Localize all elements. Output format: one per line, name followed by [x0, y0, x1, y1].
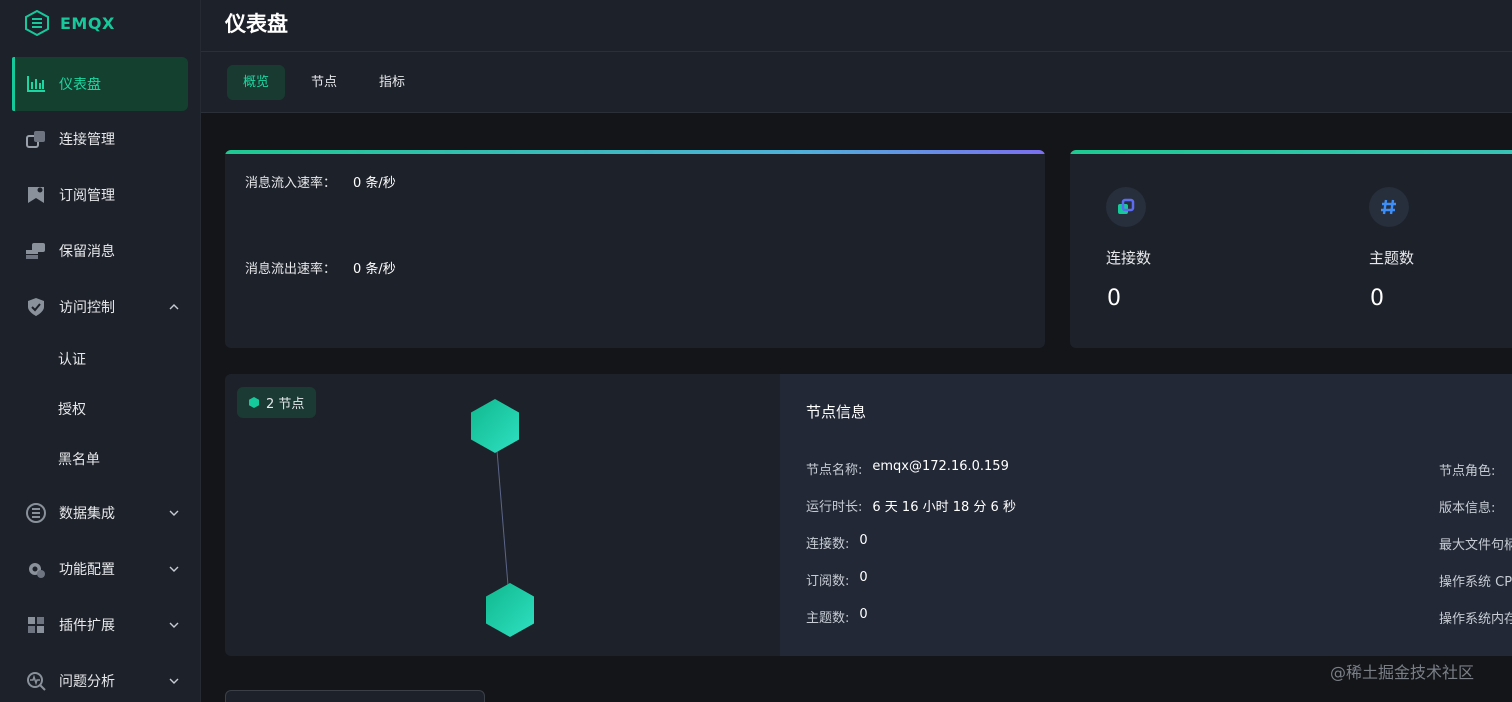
info-row-uptime: 运行时长: 6 天 16 小时 18 分 6 秒	[806, 496, 1016, 515]
info-key: 连接数:	[806, 537, 850, 552]
info-row-subscriptions: 订阅数: 0	[806, 570, 868, 589]
diagnose-icon	[26, 671, 46, 691]
info-value: emqx@172.16.0.159	[872, 459, 1009, 474]
outgoing-rate-label: 消息流出速率：	[245, 262, 337, 277]
info-key-max-fds: 最大文件句柄	[1439, 538, 1512, 553]
hash-icon	[1369, 187, 1409, 227]
chevron-down-icon	[169, 566, 179, 572]
sidebar-subitem-blacklist[interactable]: 黑名单	[58, 450, 100, 470]
emqx-logo-icon	[25, 10, 49, 36]
watermark: @稀土掘金技术社区	[1330, 663, 1475, 682]
page-header: 仪表盘	[201, 0, 1512, 52]
node-info-panel: 节点信息 节点名称: emqx@172.16.0.159 运行时长: 6 天 1…	[780, 374, 1512, 656]
retained-icon	[26, 241, 46, 261]
incoming-rate-label: 消息流入速率：	[245, 176, 337, 191]
chevron-down-icon	[169, 622, 179, 628]
shield-icon	[26, 297, 46, 317]
tab-metrics[interactable]: 指标	[379, 65, 405, 100]
stat-connections-value: 0	[1107, 286, 1121, 311]
info-key-version: 版本信息:	[1439, 501, 1496, 516]
stat-connections-label: 连接数	[1106, 249, 1152, 267]
sidebar-item-diagnose[interactable]: 问题分析	[12, 654, 188, 702]
stat-topics-label: 主题数	[1369, 249, 1415, 267]
node-hexagon[interactable]	[486, 583, 534, 637]
sidebar-item-dashboard[interactable]: 仪表盘	[12, 57, 188, 111]
tab-nodes[interactable]: 节点	[311, 65, 337, 100]
stat-topics-value: 0	[1370, 286, 1384, 311]
node-graph	[471, 399, 534, 637]
sidebar: EMQX 仪表盘 连接管理 订阅管理 保留消息 访问控制 认证 授权 黑名单 数…	[0, 0, 201, 702]
sidebar-item-connections[interactable]: 连接管理	[12, 112, 188, 166]
sidebar-item-subscriptions[interactable]: 订阅管理	[12, 168, 188, 222]
info-row-topics: 主题数: 0	[806, 607, 868, 626]
tab-overview[interactable]: 概览	[227, 65, 286, 100]
tab-bar: 概览 节点 指标	[201, 52, 1512, 113]
sidebar-item-label: 保留消息	[59, 244, 115, 260]
page-title: 仪表盘	[225, 12, 288, 36]
subscriptions-icon	[26, 185, 46, 205]
node-info-title: 节点信息	[806, 403, 867, 421]
chevron-down-icon	[169, 678, 179, 684]
sidebar-item-retained[interactable]: 保留消息	[12, 224, 188, 278]
dashboard-icon	[26, 74, 46, 94]
chevron-down-icon	[169, 510, 179, 516]
sidebar-item-label: 访问控制	[59, 300, 115, 316]
card-accent-bar	[1070, 150, 1512, 154]
info-row-node-name: 节点名称: emqx@172.16.0.159	[806, 459, 1009, 478]
message-rate-card: 消息流入速率： 0 条/秒 消息流出速率： 0 条/秒	[225, 150, 1045, 348]
info-key-os-memory: 操作系统内存	[1439, 612, 1512, 627]
sidebar-item-label: 功能配置	[59, 562, 115, 578]
info-key: 主题数:	[806, 611, 850, 626]
data-integration-icon	[26, 503, 46, 523]
connections-icon	[1106, 187, 1146, 227]
sidebar-item-label: 连接管理	[59, 132, 115, 148]
bottom-select[interactable]	[225, 690, 485, 702]
chevron-up-icon	[169, 304, 179, 310]
info-value: 0	[859, 570, 868, 585]
sidebar-item-label: 数据集成	[59, 506, 115, 522]
node-hexagon[interactable]	[471, 399, 519, 453]
info-value: 0	[859, 607, 868, 622]
outgoing-rate-value: 0 条/秒	[353, 262, 396, 277]
info-key: 节点名称:	[806, 463, 863, 478]
sidebar-item-plugins[interactable]: 插件扩展	[12, 598, 188, 652]
gear-icon	[26, 559, 46, 579]
sidebar-item-label: 问题分析	[59, 674, 115, 690]
sidebar-item-label: 订阅管理	[59, 188, 115, 204]
logo[interactable]: EMQX	[24, 10, 115, 36]
info-key-os-cpu: 操作系统 CP	[1439, 575, 1512, 590]
info-key: 运行时长:	[806, 500, 863, 515]
sidebar-item-data-integration[interactable]: 数据集成	[12, 486, 188, 540]
logo-text: EMQX	[60, 13, 115, 33]
sidebar-item-access-control[interactable]: 访问控制	[12, 280, 188, 334]
sidebar-subitem-authorization[interactable]: 授权	[58, 400, 86, 420]
incoming-rate-value: 0 条/秒	[353, 176, 396, 191]
info-key: 订阅数:	[806, 574, 850, 589]
card-accent-bar	[225, 150, 1045, 154]
info-value: 0	[859, 533, 868, 548]
info-key-node-role: 节点角色:	[1439, 464, 1496, 479]
plugin-icon	[26, 615, 46, 635]
sidebar-item-label: 仪表盘	[59, 77, 101, 93]
info-row-connections: 连接数: 0	[806, 533, 868, 552]
sidebar-item-configuration[interactable]: 功能配置	[12, 542, 188, 596]
connections-icon	[26, 129, 46, 149]
node-topology-panel: 2 节点	[225, 374, 780, 656]
app-root: EMQX 仪表盘 连接管理 订阅管理 保留消息 访问控制 认证 授权 黑名单 数…	[0, 0, 1512, 702]
info-value: 6 天 16 小时 18 分 6 秒	[872, 500, 1016, 515]
sidebar-subitem-authentication[interactable]: 认证	[58, 350, 86, 370]
sidebar-item-label: 插件扩展	[59, 618, 115, 634]
stats-card: 连接数 0 主题数 0	[1070, 150, 1512, 348]
node-link	[494, 425, 511, 611]
